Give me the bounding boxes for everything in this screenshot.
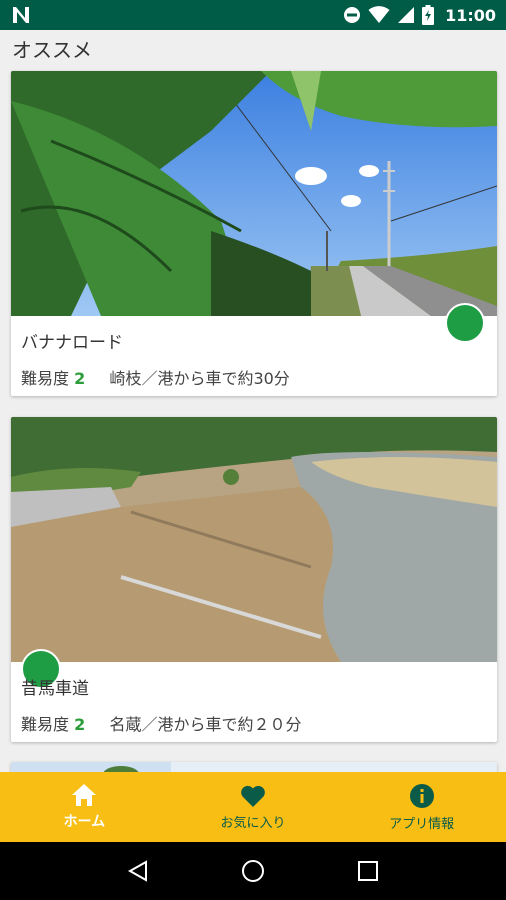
nav-home[interactable]: ホーム bbox=[0, 772, 169, 842]
clock: 11:00 bbox=[445, 5, 496, 25]
course-card-2[interactable]: 昔馬車道 難易度 2 名蔵／港から車で約２０分 bbox=[11, 417, 497, 742]
difficulty-value: 2 bbox=[74, 715, 86, 734]
bottom-navigation: ホーム お気に入り アプリ情報 bbox=[0, 772, 506, 842]
course-photo bbox=[11, 417, 497, 662]
battery-icon bbox=[422, 5, 435, 25]
nav-app-info-label: アプリ情報 bbox=[389, 816, 455, 832]
recents-icon[interactable] bbox=[356, 859, 380, 883]
info-icon bbox=[409, 783, 434, 808]
section-title: オススメ bbox=[12, 38, 92, 62]
course-detail: 名蔵／港から車で約２０分 bbox=[109, 715, 302, 734]
nav-favorites-label: お気に入り bbox=[220, 815, 286, 831]
difficulty-label: 難易度 bbox=[21, 369, 70, 388]
nav-app-info[interactable]: アプリ情報 bbox=[337, 772, 506, 842]
home-icon bbox=[72, 784, 97, 806]
do-not-disturb-icon bbox=[344, 7, 361, 23]
course-card-1[interactable]: バナナロード 難易度 2 崎枝／港から車で約30分 bbox=[11, 71, 497, 396]
course-meta: 難易度 2 崎枝／港から車で約30分 bbox=[21, 365, 290, 389]
app-notification-icon bbox=[13, 7, 29, 23]
wifi-icon bbox=[368, 6, 390, 23]
difficulty-label: 難易度 bbox=[21, 715, 70, 734]
course-detail: 崎枝／港から車で約30分 bbox=[109, 369, 290, 388]
status-bar: 11:00 bbox=[0, 0, 506, 30]
heart-icon bbox=[241, 785, 265, 807]
nav-favorites[interactable]: お気に入り bbox=[169, 772, 338, 842]
signal-icon bbox=[398, 7, 415, 23]
home-circle-icon[interactable] bbox=[241, 859, 265, 883]
system-navigation-bar bbox=[0, 842, 506, 900]
status-badge bbox=[445, 303, 485, 343]
back-icon[interactable] bbox=[126, 859, 150, 883]
difficulty-value: 2 bbox=[74, 369, 86, 388]
nav-home-label: ホーム bbox=[63, 814, 106, 830]
course-photo bbox=[11, 71, 497, 316]
course-title: 昔馬車道 bbox=[21, 679, 89, 699]
course-title: バナナロード bbox=[21, 333, 123, 353]
course-meta: 難易度 2 名蔵／港から車で約２０分 bbox=[21, 711, 301, 735]
